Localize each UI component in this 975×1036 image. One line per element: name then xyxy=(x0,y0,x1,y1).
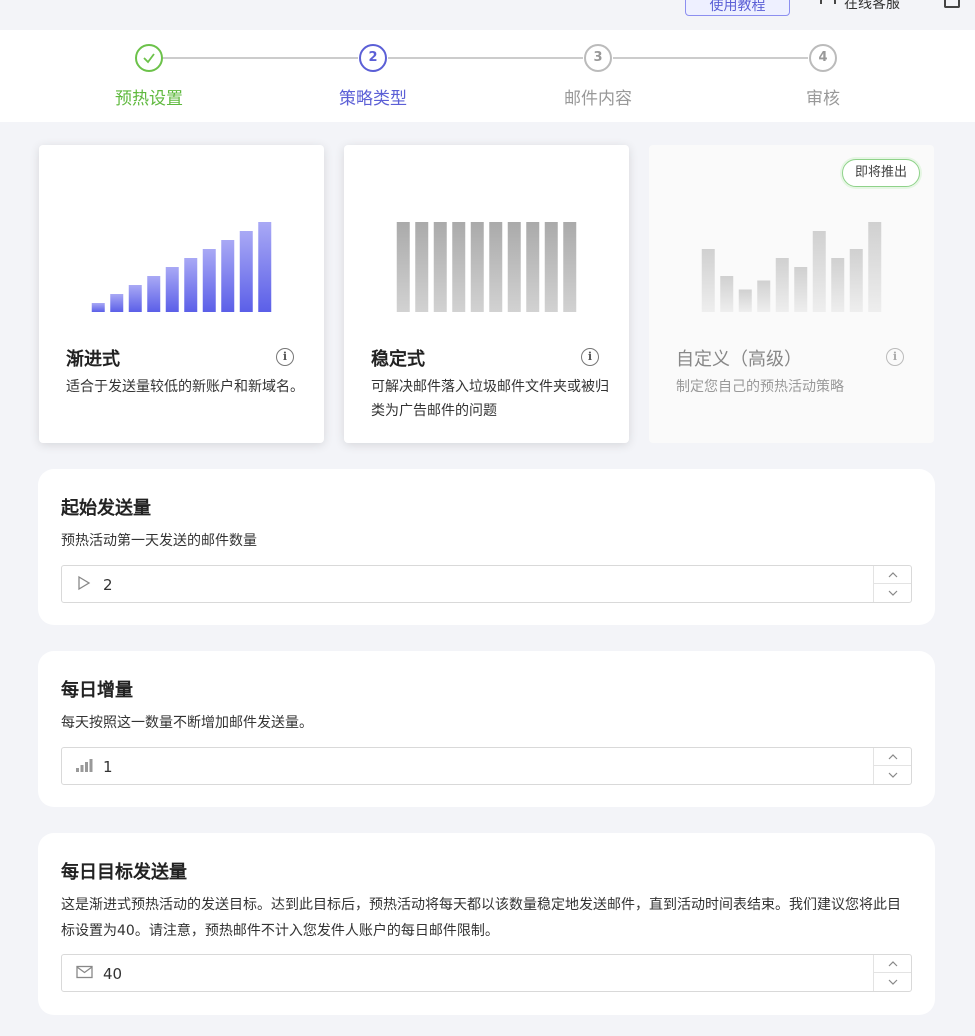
chart-bar xyxy=(415,222,429,312)
panel-title: 起始发送量 xyxy=(61,498,151,519)
step-label: 预热设置 xyxy=(115,89,183,109)
number-stepper xyxy=(873,748,911,784)
top-bar: 使用教程 在线客服 xyxy=(0,0,975,30)
step-email-content[interactable]: 3 邮件内容 xyxy=(538,44,658,109)
step-warmup-settings[interactable]: 预热设置 xyxy=(89,44,209,109)
chart-bar xyxy=(258,222,272,312)
step-strategy-type[interactable]: 2 策略类型 xyxy=(313,44,433,109)
increment-button[interactable] xyxy=(874,955,911,973)
step-number: 2 xyxy=(359,44,387,72)
strategy-card-custom: 即将推出 自定义（高级） i 制定您自己的预热活动策略 xyxy=(649,145,934,443)
strategy-card-stable[interactable]: 稳定式 i 可解决邮件落入垃圾邮件文件夹或被归类为广告邮件的问题 xyxy=(344,145,629,443)
strategy-description: 适合于发送量较低的新账户和新域名。 xyxy=(66,379,304,395)
step-review[interactable]: 4 审核 xyxy=(763,44,883,109)
chart-bar xyxy=(526,222,540,312)
chart-bar xyxy=(544,222,558,312)
decrement-button[interactable] xyxy=(874,973,911,991)
headset-icon xyxy=(818,0,838,14)
chart-bar xyxy=(470,222,484,312)
chart-bar xyxy=(147,276,161,312)
step-label: 审核 xyxy=(806,89,840,109)
decrement-button[interactable] xyxy=(874,766,911,784)
input-value: 2 xyxy=(103,576,113,594)
chart-bar xyxy=(221,240,235,312)
chart-bar xyxy=(812,231,826,312)
chart-bar xyxy=(701,249,715,312)
increment-button[interactable] xyxy=(874,566,911,584)
panel-description: 这是渐进式预热活动的发送目标。达到此目标后，预热活动将每天都以该数量稳定地发送邮… xyxy=(61,897,901,939)
chart-bar xyxy=(563,222,577,312)
chart-bar xyxy=(794,267,808,312)
chart-bar xyxy=(165,267,179,312)
progress-stepper: 预热设置 2 策略类型 3 邮件内容 4 审核 xyxy=(0,30,975,122)
progressive-bars-chart xyxy=(91,222,272,312)
strategy-title: 稳定式 xyxy=(371,349,425,370)
step-label: 邮件内容 xyxy=(564,89,632,109)
input-value: 1 xyxy=(103,758,113,776)
number-stepper xyxy=(873,566,911,602)
mail-icon xyxy=(74,964,94,984)
start-volume-input[interactable]: 2 xyxy=(61,565,912,603)
chart-bar xyxy=(831,258,845,312)
input-value: 40 xyxy=(103,965,123,983)
info-circle-icon[interactable]: i xyxy=(276,348,294,366)
increment-button[interactable] xyxy=(874,748,911,766)
chart-bar xyxy=(775,258,789,312)
chart-bar xyxy=(507,222,521,312)
daily-target-input[interactable]: 40 xyxy=(61,954,912,992)
daily-increase-panel: 每日增量 每天按照这一数量不断增加邮件发送量。 1 xyxy=(38,651,935,807)
chart-bar xyxy=(396,222,410,312)
chart-bar xyxy=(110,294,124,312)
strategy-description: 制定您自己的预热活动策略 xyxy=(676,379,844,395)
check-icon xyxy=(135,44,163,72)
chart-bar xyxy=(433,222,447,312)
chart-bar xyxy=(868,222,882,312)
strategy-title: 渐进式 xyxy=(66,349,120,370)
panel-title: 每日目标发送量 xyxy=(61,862,187,883)
chart-bar xyxy=(849,249,863,312)
step-number: 4 xyxy=(809,44,837,72)
daily-increase-input[interactable]: 1 xyxy=(61,747,912,785)
panel-description: 每天按照这一数量不断增加邮件发送量。 xyxy=(61,715,313,731)
step-number: 3 xyxy=(584,44,612,72)
panel-title: 每日增量 xyxy=(61,680,133,701)
chart-bar xyxy=(757,280,771,312)
step-label: 策略类型 xyxy=(339,89,407,109)
daily-target-panel: 每日目标发送量 这是渐进式预热活动的发送目标。达到此目标后，预热活动将每天都以该… xyxy=(38,833,935,1015)
signal-bars-icon xyxy=(74,757,94,777)
chart-bar xyxy=(202,249,216,312)
stable-bars-chart xyxy=(396,222,577,312)
chart-bar xyxy=(452,222,466,312)
strategy-card-progressive[interactable]: 渐进式 i 适合于发送量较低的新账户和新域名。 xyxy=(39,145,324,443)
online-service-label: 在线客服 xyxy=(844,0,900,12)
number-stepper xyxy=(873,955,911,991)
document-icon[interactable] xyxy=(944,0,960,8)
info-circle-icon[interactable]: i xyxy=(886,348,904,366)
play-outline-icon xyxy=(74,575,94,595)
start-volume-panel: 起始发送量 预热活动第一天发送的邮件数量 2 xyxy=(38,469,935,625)
chart-bar xyxy=(184,258,198,312)
panel-description: 预热活动第一天发送的邮件数量 xyxy=(61,533,257,549)
chart-bar xyxy=(720,276,734,312)
chart-bar xyxy=(489,222,503,312)
decrement-button[interactable] xyxy=(874,584,911,602)
chart-bar xyxy=(128,285,142,312)
info-circle-icon[interactable]: i xyxy=(581,348,599,366)
tutorial-button[interactable]: 使用教程 xyxy=(685,0,790,16)
chart-bar xyxy=(738,289,752,312)
chart-bar xyxy=(239,231,253,312)
strategy-title: 自定义（高级） xyxy=(676,349,802,370)
strategy-description: 可解决邮件落入垃圾邮件文件夹或被归类为广告邮件的问题 xyxy=(371,379,609,419)
online-service-link[interactable]: 在线客服 xyxy=(818,0,900,14)
chart-bar xyxy=(91,303,105,312)
custom-bars-chart xyxy=(701,222,882,312)
